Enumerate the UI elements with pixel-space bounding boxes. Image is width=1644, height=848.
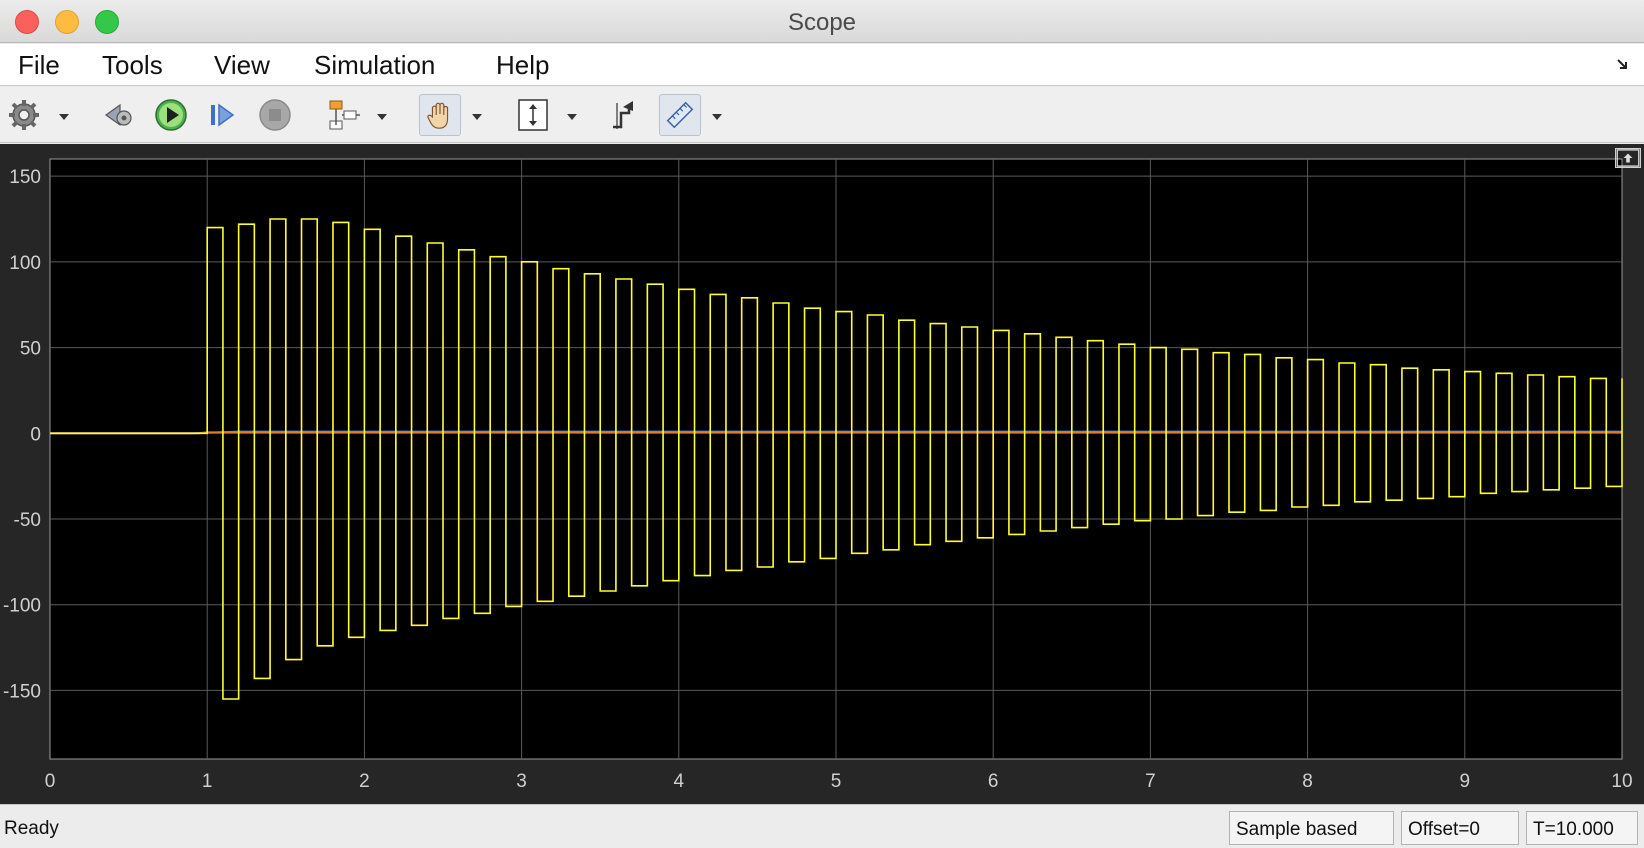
x-tick-label: 10 xyxy=(1611,771,1632,792)
scope-window: Scope File Tools View Simulation Help 0 … xyxy=(0,0,1644,848)
pan-hand-icon xyxy=(427,102,449,129)
step-forward-icon[interactable] xyxy=(205,97,241,133)
y-tick-label: -50 xyxy=(14,510,41,531)
y-tick-label: -150 xyxy=(3,681,41,702)
measurements-toggle[interactable] xyxy=(659,94,701,136)
y-tick-label: 50 xyxy=(20,339,41,360)
offset-indicator: Offset=0 xyxy=(1401,811,1519,845)
x-tick-label: 9 xyxy=(1460,771,1471,792)
y-tick-label: 150 xyxy=(9,167,41,188)
x-tick-label: 3 xyxy=(516,771,527,792)
menu-file[interactable]: File xyxy=(18,50,60,81)
x-tick-label: 4 xyxy=(674,771,685,792)
undock-menu-icon[interactable] xyxy=(1616,58,1630,72)
x-tick-label: 0 xyxy=(45,771,56,792)
measurements-dropdown-arrow[interactable] xyxy=(712,114,722,120)
sample-mode-indicator: Sample based xyxy=(1229,811,1394,845)
scope-plot[interactable]: 0 1 2 3 4 5 6 7 8 9 10 150 100 50 0 -50 -100 -150 xyxy=(0,144,1644,804)
x-tick-label: 5 xyxy=(831,771,842,792)
y-tick-label: 100 xyxy=(9,253,41,274)
gear-icon[interactable] xyxy=(6,97,42,133)
menu-tools[interactable]: Tools xyxy=(102,50,163,81)
run-icon[interactable] xyxy=(153,97,189,133)
title-bar: Scope xyxy=(0,0,1644,43)
window-title: Scope xyxy=(787,9,857,36)
stop-icon[interactable] xyxy=(257,97,293,133)
signal-routing-dropdown-arrow[interactable] xyxy=(377,114,387,120)
menu-view[interactable]: View xyxy=(214,50,270,81)
toolbar xyxy=(0,87,1644,143)
gear-dropdown-arrow[interactable] xyxy=(59,114,69,120)
signal-routing-icon[interactable] xyxy=(326,97,362,133)
y-tick-label: -100 xyxy=(3,596,41,617)
cursor-measurements-icon xyxy=(666,101,694,129)
menu-bar: File Tools View Simulation Help xyxy=(0,44,1644,86)
x-tick-label: 1 xyxy=(202,771,213,792)
x-tick-label: 6 xyxy=(988,771,999,792)
x-tick-label: 7 xyxy=(1145,771,1156,792)
x-tick-label: 2 xyxy=(359,771,370,792)
step-back-icon[interactable] xyxy=(102,97,138,133)
scale-axes-icon[interactable] xyxy=(515,97,551,133)
menu-simulation[interactable]: Simulation xyxy=(314,50,435,81)
time-indicator: T=10.000 xyxy=(1526,811,1638,845)
triggers-icon[interactable] xyxy=(607,97,643,133)
scope-display: 0 1 2 3 4 5 6 7 8 9 10 150 100 50 0 -50 -100 -150 xyxy=(0,144,1644,804)
status-message: Ready xyxy=(4,818,59,839)
y-tick-label: 0 xyxy=(30,424,41,445)
scale-axes-dropdown-arrow[interactable] xyxy=(567,114,577,120)
pan-tool-toggle[interactable] xyxy=(419,94,461,136)
undock-plot-icon[interactable] xyxy=(1615,148,1641,168)
x-tick-label: 8 xyxy=(1302,771,1313,792)
pan-dropdown-arrow[interactable] xyxy=(472,114,482,120)
status-bar: Ready Sample based Offset=0 T=10.000 xyxy=(0,804,1644,848)
menu-help[interactable]: Help xyxy=(496,50,549,81)
